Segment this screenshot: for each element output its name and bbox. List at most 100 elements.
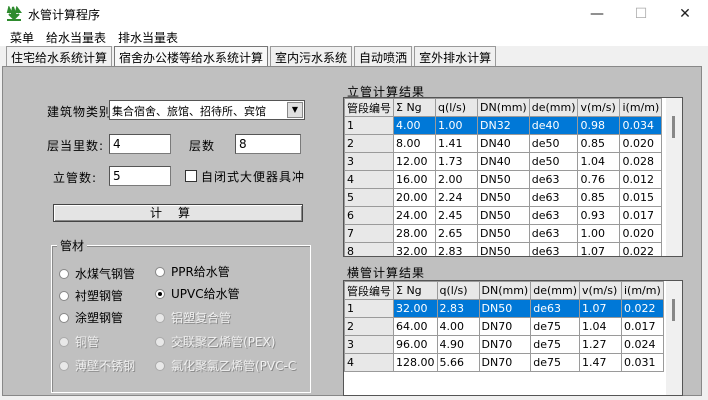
table-cell[interactable]: 64.00: [393, 317, 438, 336]
column-header[interactable]: Σ Ng: [393, 98, 436, 117]
table-cell[interactable]: 1.41: [435, 134, 478, 153]
column-header[interactable]: DN(mm): [478, 281, 532, 300]
riser-table-scrollbar[interactable]: [666, 98, 682, 256]
column-header[interactable]: DN(mm): [477, 98, 530, 117]
table-cell[interactable]: 5.66: [436, 353, 480, 372]
table-cell[interactable]: 0.028: [619, 152, 663, 171]
maximize-button[interactable]: ☐: [618, 0, 664, 28]
table-cell[interactable]: 20.00: [393, 188, 436, 207]
row-number-cell[interactable]: 1: [344, 299, 394, 318]
menu-item-drain-equivalents[interactable]: 排水当量表: [118, 29, 178, 46]
table-cell[interactable]: 2.00: [435, 170, 478, 189]
minimize-button[interactable]: —: [574, 0, 620, 28]
column-header[interactable]: q(l/s): [436, 281, 480, 300]
building-type-select[interactable]: 集合宿舍、旅馆、招待所、宾馆 ▼: [109, 100, 305, 120]
row-number-cell[interactable]: 2: [344, 134, 394, 153]
table-row[interactable]: 3 96.00 4.90 DN70 de75 1.27 0.024: [344, 335, 664, 354]
table-cell[interactable]: 1.47: [578, 353, 622, 372]
table-cell[interactable]: 2.45: [435, 206, 478, 225]
table-cell[interactable]: 1.00: [435, 116, 478, 135]
table-cell[interactable]: 8.00: [393, 134, 436, 153]
close-button[interactable]: ✕: [662, 0, 708, 28]
table-cell[interactable]: de63: [528, 242, 579, 256]
table-cell[interactable]: DN50: [477, 170, 530, 189]
column-header[interactable]: v(m/s): [578, 281, 622, 300]
table-cell[interactable]: 0.017: [620, 317, 664, 336]
table-cell[interactable]: 4.90: [436, 335, 480, 354]
table-row[interactable]: 6 24.00 2.45 DN50 de63 0.93 0.017: [344, 206, 663, 225]
radio-icon[interactable]: [59, 290, 69, 301]
table-cell[interactable]: 2.83: [435, 242, 478, 256]
row-number-cell[interactable]: 2: [344, 317, 394, 336]
table-cell[interactable]: 2.65: [435, 224, 478, 243]
row-number-cell[interactable]: 1: [344, 116, 394, 135]
row-number-cell[interactable]: 3: [344, 152, 394, 171]
table-cell[interactable]: 28.00: [393, 224, 436, 243]
column-header[interactable]: i(m/m): [620, 281, 664, 300]
floor-equivalent-input[interactable]: 4: [109, 134, 171, 154]
horizontal-table-scrollbar[interactable]: [666, 281, 682, 395]
table-row[interactable]: 2 64.00 4.00 DN70 de75 1.04 0.017: [344, 317, 664, 336]
chevron-down-icon[interactable]: ▼: [287, 102, 303, 118]
table-cell[interactable]: 128.00: [393, 353, 438, 372]
radio-icon[interactable]: [59, 312, 69, 323]
column-header[interactable]: v(m/s): [577, 98, 621, 117]
row-number-cell[interactable]: 4: [344, 170, 394, 189]
radio-lined-steel[interactable]: 衬塑钢管: [59, 287, 123, 304]
table-cell[interactable]: 0.020: [619, 134, 663, 153]
table-cell[interactable]: de50: [528, 152, 579, 171]
radio-upvc[interactable]: UPVC给水管: [155, 285, 240, 302]
table-cell[interactable]: DN70: [478, 335, 532, 354]
table-cell[interactable]: DN32: [477, 116, 530, 135]
table-row[interactable]: 2 8.00 1.41 DN40 de50 0.85 0.020: [344, 134, 663, 153]
table-cell[interactable]: 1.07: [578, 299, 622, 318]
table-cell[interactable]: 1.04: [577, 152, 621, 171]
row-number-cell[interactable]: 5: [344, 188, 394, 207]
table-row[interactable]: 7 28.00 2.65 DN50 de63 1.00 0.020: [344, 224, 663, 243]
table-cell[interactable]: 12.00: [393, 152, 436, 171]
table-cell[interactable]: de63: [528, 224, 579, 243]
calculate-button[interactable]: 计算: [53, 204, 303, 222]
flush-valve-checkbox[interactable]: [185, 170, 197, 182]
table-cell[interactable]: 0.024: [620, 335, 664, 354]
table-cell[interactable]: 0.85: [577, 188, 621, 207]
table-cell[interactable]: 0.031: [620, 353, 664, 372]
table-cell[interactable]: de63: [528, 170, 579, 189]
table-cell[interactable]: 0.022: [619, 242, 663, 256]
table-cell[interactable]: de75: [530, 335, 580, 354]
table-cell[interactable]: de63: [528, 206, 579, 225]
radio-icon[interactable]: [155, 266, 165, 277]
table-row[interactable]: 8 32.00 2.83 DN50 de63 1.07 0.022: [344, 242, 663, 256]
column-header[interactable]: 管段编号: [344, 281, 394, 300]
table-cell[interactable]: de75: [530, 353, 580, 372]
table-row[interactable]: 5 20.00 2.24 DN50 de63 0.85 0.015: [344, 188, 663, 207]
row-number-cell[interactable]: 6: [344, 206, 394, 225]
table-cell[interactable]: DN50: [477, 242, 530, 256]
table-cell[interactable]: 1.00: [577, 224, 621, 243]
table-row[interactable]: 1 4.00 1.00 DN32 de40 0.98 0.034: [344, 116, 663, 135]
menu-item-supply-equivalents[interactable]: 给水当量表: [46, 29, 106, 46]
riser-count-input[interactable]: 5: [109, 166, 171, 186]
scrollbar-thumb[interactable]: [672, 116, 675, 138]
table-cell[interactable]: DN50: [477, 206, 530, 225]
column-header[interactable]: de(mm): [530, 281, 580, 300]
row-number-cell[interactable]: 8: [344, 242, 394, 256]
column-header[interactable]: de(mm): [528, 98, 579, 117]
column-header[interactable]: 管段编号: [344, 98, 394, 117]
table-cell[interactable]: 0.022: [620, 299, 664, 318]
table-row[interactable]: 1 32.00 2.83 DN50 de63 1.07 0.022: [344, 299, 664, 318]
table-cell[interactable]: 24.00: [393, 206, 436, 225]
table-cell[interactable]: 1.04: [578, 317, 622, 336]
table-cell[interactable]: 0.76: [577, 170, 621, 189]
table-cell[interactable]: DN50: [477, 188, 530, 207]
column-header[interactable]: q(l/s): [435, 98, 478, 117]
table-cell[interactable]: 1.27: [578, 335, 622, 354]
table-cell[interactable]: de75: [530, 317, 580, 336]
table-row[interactable]: 3 12.00 1.73 DN40 de50 1.04 0.028: [344, 152, 663, 171]
floors-input[interactable]: 8: [235, 134, 301, 154]
table-cell[interactable]: 4.00: [436, 317, 480, 336]
table-row[interactable]: 4 128.00 5.66 DN70 de75 1.47 0.031: [344, 353, 664, 372]
table-cell[interactable]: de40: [528, 116, 579, 135]
tab-residential-supply[interactable]: 住宅给水系统计算: [6, 46, 113, 66]
tab-outdoor-drainage[interactable]: 室外排水计算: [414, 46, 497, 66]
